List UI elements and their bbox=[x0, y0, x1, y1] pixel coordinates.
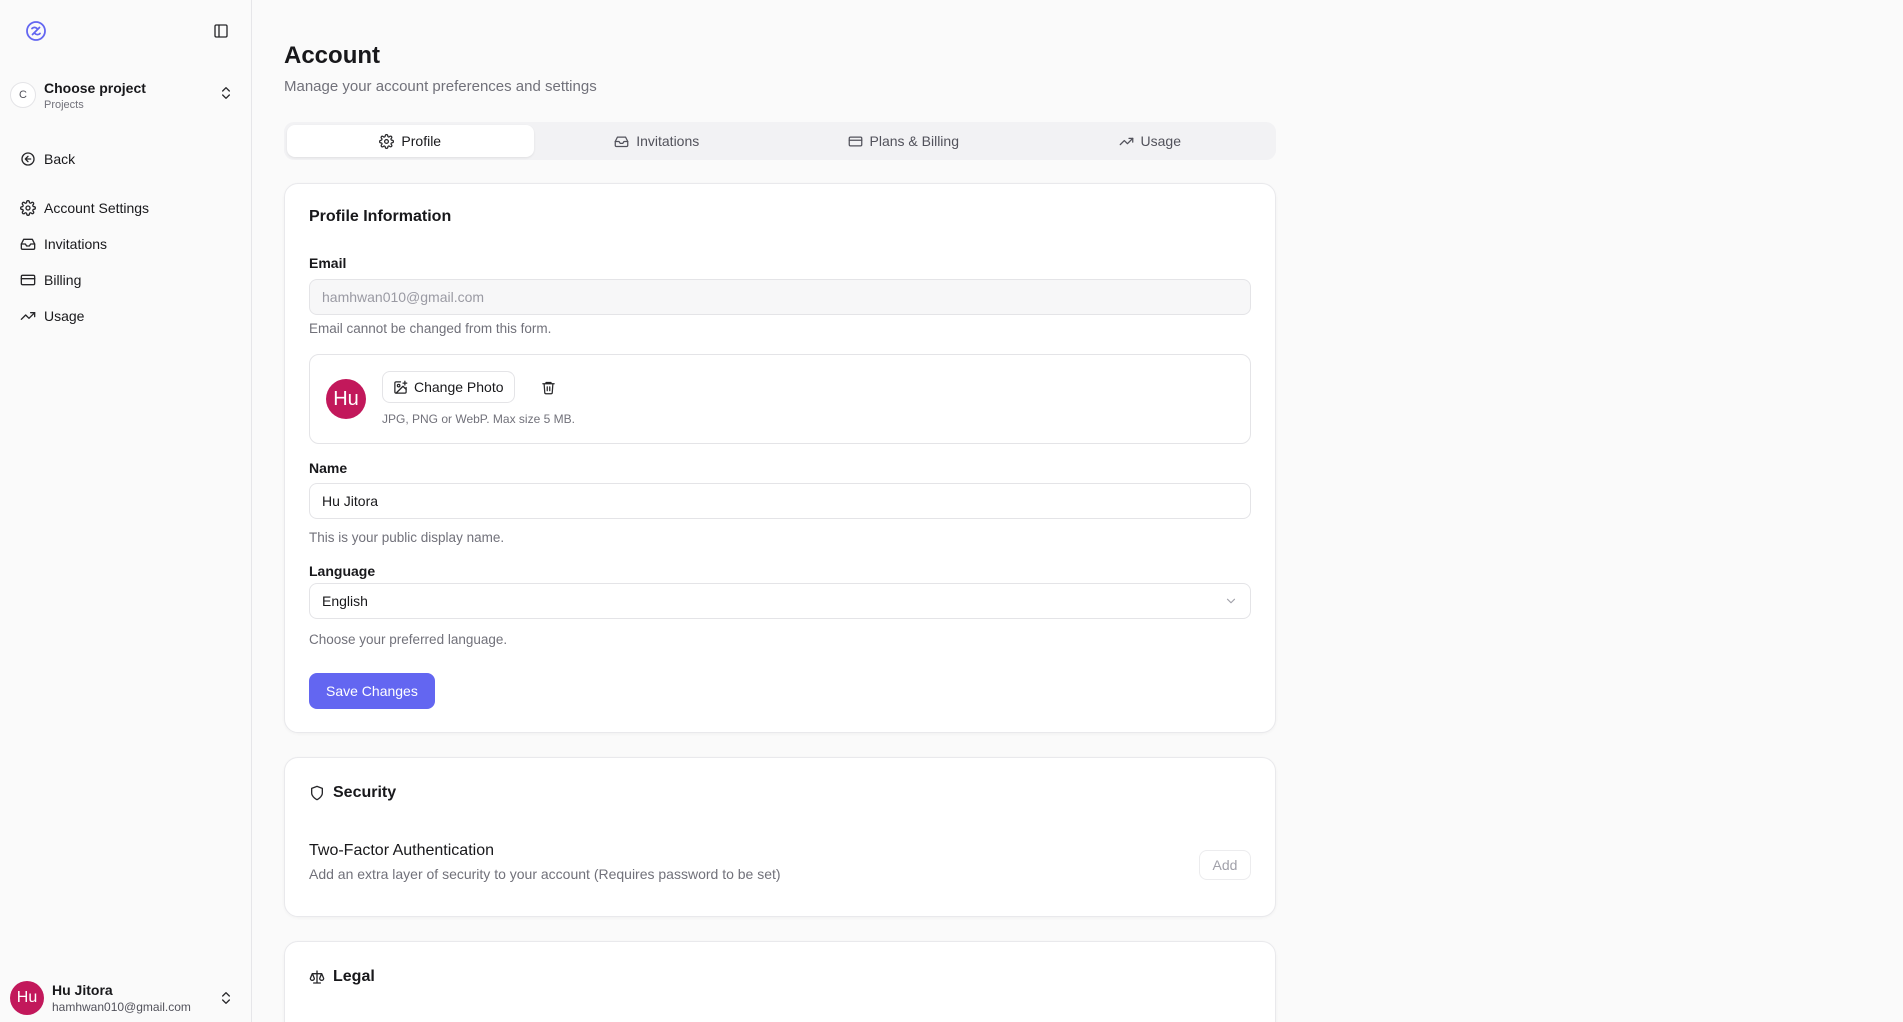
sidebar-item-label: Back bbox=[44, 151, 76, 167]
tab-bar: Profile Invitations Plans & Billing Usag… bbox=[284, 122, 1276, 160]
project-avatar: C bbox=[10, 82, 36, 108]
page-title: Account bbox=[284, 42, 380, 69]
language-label: Language bbox=[309, 563, 376, 579]
logo-icon bbox=[26, 21, 46, 41]
security-card-title: Security bbox=[309, 784, 396, 802]
user-menu[interactable]: Hu Hu Jitora hamhwan010@gmail.com bbox=[10, 980, 240, 1016]
app-logo[interactable] bbox=[14, 14, 58, 48]
profile-photo-section: Hu Change Photo JPG, PNG or WebP. Max si… bbox=[309, 354, 1251, 444]
project-subtitle: Projects bbox=[44, 98, 84, 111]
gear-icon bbox=[20, 200, 36, 216]
legal-card-title: Legal bbox=[309, 968, 375, 986]
sidebar-item-label: Account Settings bbox=[44, 200, 150, 216]
arrow-left-circle-icon bbox=[20, 151, 36, 167]
sidebar-item-account-settings[interactable]: Account Settings bbox=[10, 193, 240, 223]
inbox-icon bbox=[614, 134, 629, 149]
sidebar-item-label: Billing bbox=[44, 272, 82, 288]
language-select[interactable]: English bbox=[309, 583, 1251, 619]
legal-title-text: Legal bbox=[333, 968, 375, 985]
tab-invitations[interactable]: Invitations bbox=[534, 125, 781, 157]
sidebar-item-usage[interactable]: Usage bbox=[10, 301, 240, 331]
security-title-text: Security bbox=[333, 784, 397, 801]
tab-usage[interactable]: Usage bbox=[1027, 125, 1274, 157]
sidebar-toggle-button[interactable] bbox=[208, 18, 234, 44]
two-factor-description: Add an extra layer of security to your a… bbox=[309, 866, 781, 882]
trash-icon bbox=[541, 381, 555, 394]
security-card: Security Two-Factor Authentication Add a… bbox=[284, 757, 1276, 917]
change-photo-button[interactable]: Change Photo bbox=[382, 371, 515, 403]
scale-icon bbox=[309, 969, 325, 985]
avatar: Hu bbox=[10, 981, 44, 1015]
page-subtitle: Manage your account preferences and sett… bbox=[284, 78, 597, 95]
credit-card-icon bbox=[20, 272, 36, 288]
project-name: Choose project bbox=[44, 79, 146, 96]
email-help-text: Email cannot be changed from this form. bbox=[309, 321, 552, 336]
change-photo-label: Change Photo bbox=[414, 379, 504, 395]
profile-card: Profile Information Email Email cannot b… bbox=[284, 183, 1276, 733]
chevron-down-icon bbox=[1226, 598, 1236, 604]
inbox-icon bbox=[20, 236, 36, 252]
image-plus-icon bbox=[393, 380, 408, 395]
shield-icon bbox=[309, 785, 325, 801]
sidebar-item-label: Usage bbox=[44, 308, 85, 324]
name-label: Name bbox=[309, 460, 348, 476]
profile-card-title: Profile Information bbox=[309, 208, 452, 225]
tab-label: Invitations bbox=[636, 133, 700, 149]
chevrons-up-down-icon bbox=[222, 992, 230, 1004]
sidebar-item-billing[interactable]: Billing bbox=[10, 265, 240, 295]
credit-card-icon bbox=[848, 134, 863, 149]
tab-profile[interactable]: Profile bbox=[287, 125, 534, 157]
two-factor-title: Two-Factor Authentication bbox=[309, 842, 494, 859]
user-email: hamhwan010@gmail.com bbox=[52, 1000, 191, 1014]
email-field bbox=[309, 279, 1251, 315]
gear-icon bbox=[379, 133, 395, 149]
sidebar-item-invitations[interactable]: Invitations bbox=[10, 229, 240, 259]
save-changes-button[interactable]: Save Changes bbox=[309, 673, 435, 709]
name-help-text: This is your public display name. bbox=[309, 530, 505, 545]
language-value: English bbox=[322, 593, 368, 609]
tab-label: Plans & Billing bbox=[869, 133, 960, 149]
trending-up-icon bbox=[1119, 134, 1134, 149]
tab-label: Usage bbox=[1140, 133, 1181, 149]
chevrons-up-down-icon bbox=[222, 87, 230, 99]
remove-photo-button[interactable] bbox=[536, 375, 560, 399]
sidebar-item-label: Invitations bbox=[44, 236, 108, 252]
email-label: Email bbox=[309, 255, 347, 271]
sidebar-item-back[interactable]: Back bbox=[10, 144, 240, 174]
panel-left-icon bbox=[214, 24, 228, 38]
legal-card: Legal bbox=[284, 941, 1276, 1022]
avatar: Hu bbox=[326, 379, 366, 419]
photo-hint-text: JPG, PNG or WebP. Max size 5 MB. bbox=[382, 412, 575, 426]
sidebar: C Choose project Projects Back Account S… bbox=[0, 0, 252, 1022]
tab-plans-billing[interactable]: Plans & Billing bbox=[780, 125, 1027, 157]
name-field[interactable] bbox=[309, 483, 1251, 519]
trending-up-icon bbox=[20, 308, 36, 324]
tab-label: Profile bbox=[401, 133, 442, 149]
language-help-text: Choose your preferred language. bbox=[309, 632, 508, 647]
user-name: Hu Jitora bbox=[52, 982, 113, 998]
project-switcher[interactable]: C Choose project Projects bbox=[10, 76, 240, 114]
add-two-factor-button[interactable]: Add bbox=[1199, 850, 1251, 880]
